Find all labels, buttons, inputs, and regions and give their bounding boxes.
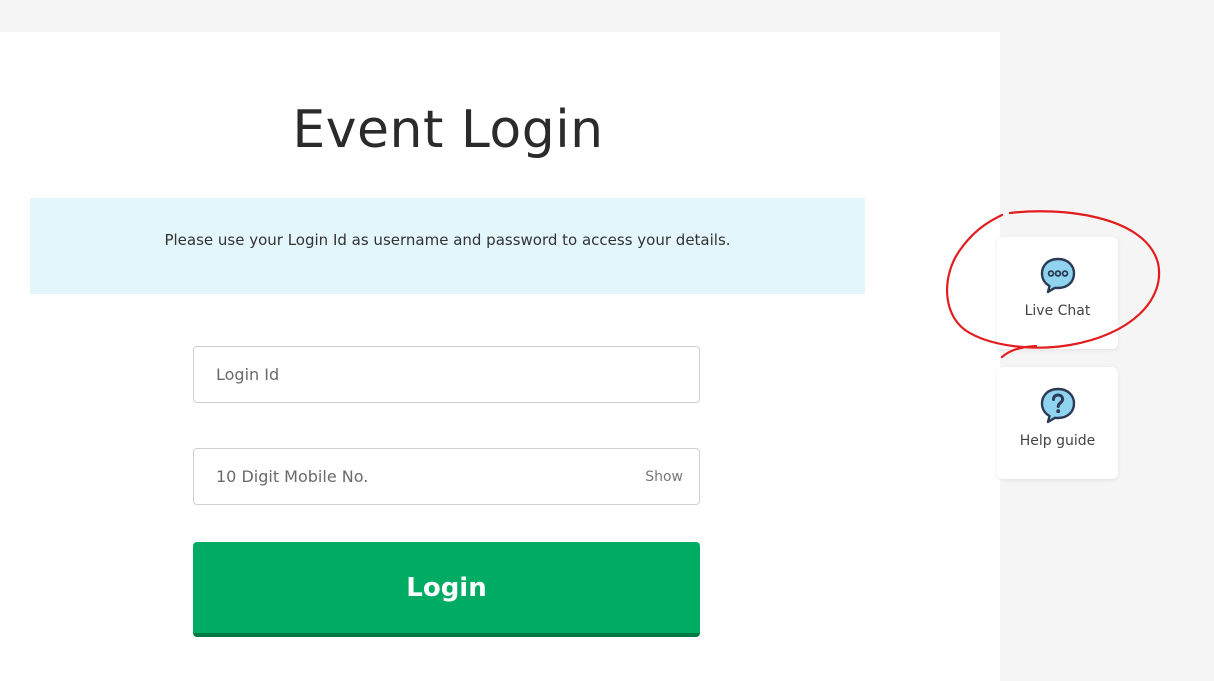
info-banner: Please use your Login Id as username and… (30, 198, 865, 294)
help-guide-widget[interactable]: Help guide (997, 367, 1118, 479)
live-chat-widget[interactable]: Live Chat (997, 237, 1118, 349)
show-password-toggle[interactable]: Show (645, 469, 683, 485)
login-page: Event Login Please use your Login Id as … (0, 0, 1214, 681)
live-chat-label: Live Chat (1024, 303, 1091, 319)
help-question-icon (1040, 387, 1075, 424)
chat-bubble-icon (1040, 257, 1075, 294)
login-id-input[interactable] (216, 365, 683, 384)
page-title: Event Login (292, 100, 604, 160)
mobile-field[interactable]: Show (193, 448, 700, 505)
login-button[interactable]: Login (193, 542, 700, 637)
info-message: Please use your Login Id as username and… (164, 231, 731, 249)
help-guide-label: Help guide (1019, 433, 1096, 449)
mobile-number-input[interactable] (216, 467, 646, 486)
login-id-field[interactable] (193, 346, 700, 403)
